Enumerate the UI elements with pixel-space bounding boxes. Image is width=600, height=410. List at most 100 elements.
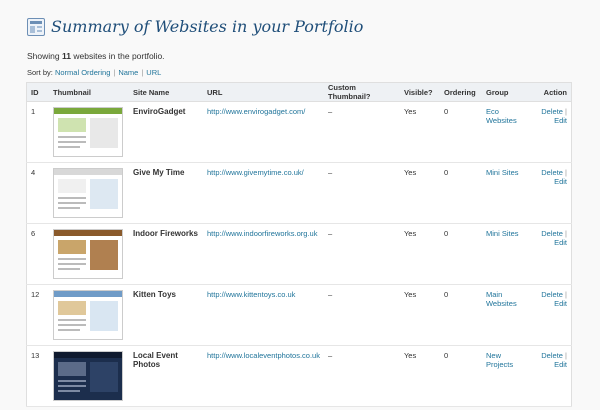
row-id: 4 (26, 162, 49, 224)
edit-link[interactable]: Edit (554, 116, 567, 125)
group-link[interactable]: Main Websites (486, 290, 517, 308)
site-url-link[interactable]: http://www.envirogadget.com/ (207, 107, 305, 116)
table-row: 12 Kitten Toys http://www.kittentoys.co.… (26, 284, 572, 346)
portfolio-icon (27, 17, 45, 36)
table-row: 4 Give My Time http://www.givemytime.co.… (26, 162, 572, 224)
edit-link[interactable]: Edit (554, 299, 567, 308)
row-group-cell: Mini Sites (481, 162, 532, 224)
site-thumbnail[interactable] (53, 107, 123, 157)
site-url-link[interactable]: http://www.indoorfireworks.org.uk (207, 229, 317, 238)
row-visible: Yes (399, 223, 440, 285)
delete-link[interactable]: Delete (541, 351, 563, 360)
row-visible: Yes (399, 284, 440, 346)
separator: | (565, 351, 567, 360)
delete-link[interactable]: Delete (541, 107, 563, 116)
column-header-group: Group (481, 82, 532, 102)
row-url-cell: http://www.envirogadget.com/ (203, 101, 324, 163)
row-group-cell: Main Websites (481, 284, 532, 346)
page-header: Summary of Websites in your Portfolio (27, 17, 363, 36)
delete-link[interactable]: Delete (541, 168, 563, 177)
row-actions: Delete | Edit (531, 284, 572, 346)
table-row: 1 EnviroGadget http://www.envirogadget.c… (26, 101, 572, 163)
showing-prefix: Showing (27, 51, 60, 61)
column-header-thumbnail: Thumbnail (49, 82, 129, 102)
sort-name-link[interactable]: Name (118, 68, 138, 77)
row-actions: Delete | Edit (531, 162, 572, 224)
site-thumbnail[interactable] (53, 290, 123, 340)
row-url-cell: http://www.indoorfireworks.org.uk (203, 223, 324, 285)
group-link[interactable]: New Projects (486, 351, 513, 369)
row-custom-thumbnail: – (323, 101, 400, 163)
group-link[interactable]: Mini Sites (486, 168, 519, 177)
table-header-row: ID Thumbnail Site Name URL Custom Thumbn… (26, 82, 572, 102)
column-header-visible: Visible? (399, 82, 440, 102)
sort-normal-ordering-link[interactable]: Normal Ordering (55, 68, 110, 77)
site-thumbnail[interactable] (53, 168, 123, 218)
row-ordering: 0 (439, 223, 482, 285)
row-id: 6 (26, 223, 49, 285)
sort-by-bar: Sort by: Normal Ordering | Name | URL (27, 68, 161, 77)
row-id: 13 (26, 345, 49, 407)
separator: | (141, 68, 144, 77)
row-ordering: 0 (439, 162, 482, 224)
row-ordering: 0 (439, 345, 482, 407)
sort-label: Sort by: (27, 68, 53, 77)
row-id: 1 (26, 101, 49, 163)
sort-url-link[interactable]: URL (146, 68, 161, 77)
row-thumbnail-cell (49, 345, 129, 407)
row-custom-thumbnail: – (323, 162, 400, 224)
site-url-link[interactable]: http://www.givemytime.co.uk/ (207, 168, 304, 177)
row-thumbnail-cell (49, 284, 129, 346)
row-actions: Delete | Edit (531, 101, 572, 163)
site-thumbnail[interactable] (53, 351, 123, 401)
showing-suffix: websites in the portfolio. (73, 51, 165, 61)
row-thumbnail-cell (49, 101, 129, 163)
delete-link[interactable]: Delete (541, 229, 563, 238)
websites-table: ID Thumbnail Site Name URL Custom Thumbn… (26, 82, 572, 407)
row-visible: Yes (399, 345, 440, 407)
row-thumbnail-cell (49, 162, 129, 224)
column-header-action: Action (531, 82, 572, 102)
row-url-cell: http://www.givemytime.co.uk/ (203, 162, 324, 224)
column-header-site-name[interactable]: Site Name (129, 82, 203, 102)
row-visible: Yes (399, 101, 440, 163)
row-group-cell: New Projects (481, 345, 532, 407)
site-url-link[interactable]: http://www.kittentoys.co.uk (207, 290, 295, 299)
row-visible: Yes (399, 162, 440, 224)
column-header-url[interactable]: URL (203, 82, 324, 102)
row-thumbnail-cell (49, 223, 129, 285)
row-site-name: EnviroGadget (129, 101, 203, 163)
site-thumbnail[interactable] (53, 229, 123, 279)
group-link[interactable]: Eco Websites (486, 107, 517, 125)
separator: | (565, 290, 567, 299)
row-custom-thumbnail: – (323, 345, 400, 407)
row-group-cell: Mini Sites (481, 223, 532, 285)
table-row: 13 Local Event Photos http://www.localev… (26, 345, 572, 407)
separator: | (565, 229, 567, 238)
row-site-name: Indoor Fireworks (129, 223, 203, 285)
row-group-cell: Eco Websites (481, 101, 532, 163)
row-custom-thumbnail: – (323, 284, 400, 346)
column-header-ordering: Ordering (439, 82, 482, 102)
edit-link[interactable]: Edit (554, 360, 567, 369)
site-url-link[interactable]: http://www.localeventphotos.co.uk (207, 351, 320, 360)
row-ordering: 0 (439, 284, 482, 346)
delete-link[interactable]: Delete (541, 290, 563, 299)
website-count: 11 (61, 51, 71, 61)
row-url-cell: http://www.localeventphotos.co.uk (203, 345, 324, 407)
column-header-id[interactable]: ID (26, 82, 49, 102)
edit-link[interactable]: Edit (554, 177, 567, 186)
separator: | (565, 107, 567, 116)
row-site-name: Kitten Toys (129, 284, 203, 346)
portfolio-summary-page: Summary of Websites in your Portfolio Sh… (0, 0, 600, 410)
row-ordering: 0 (439, 101, 482, 163)
group-link[interactable]: Mini Sites (486, 229, 519, 238)
page-title: Summary of Websites in your Portfolio (51, 17, 364, 36)
column-header-custom-thumbnail: Custom Thumbnail? (323, 82, 400, 102)
table-row: 6 Indoor Fireworks http://www.indoorfire… (26, 223, 572, 285)
row-id: 12 (26, 284, 49, 346)
edit-link[interactable]: Edit (554, 238, 567, 247)
row-url-cell: http://www.kittentoys.co.uk (203, 284, 324, 346)
row-actions: Delete | Edit (531, 345, 572, 407)
row-site-name: Local Event Photos (129, 345, 203, 407)
